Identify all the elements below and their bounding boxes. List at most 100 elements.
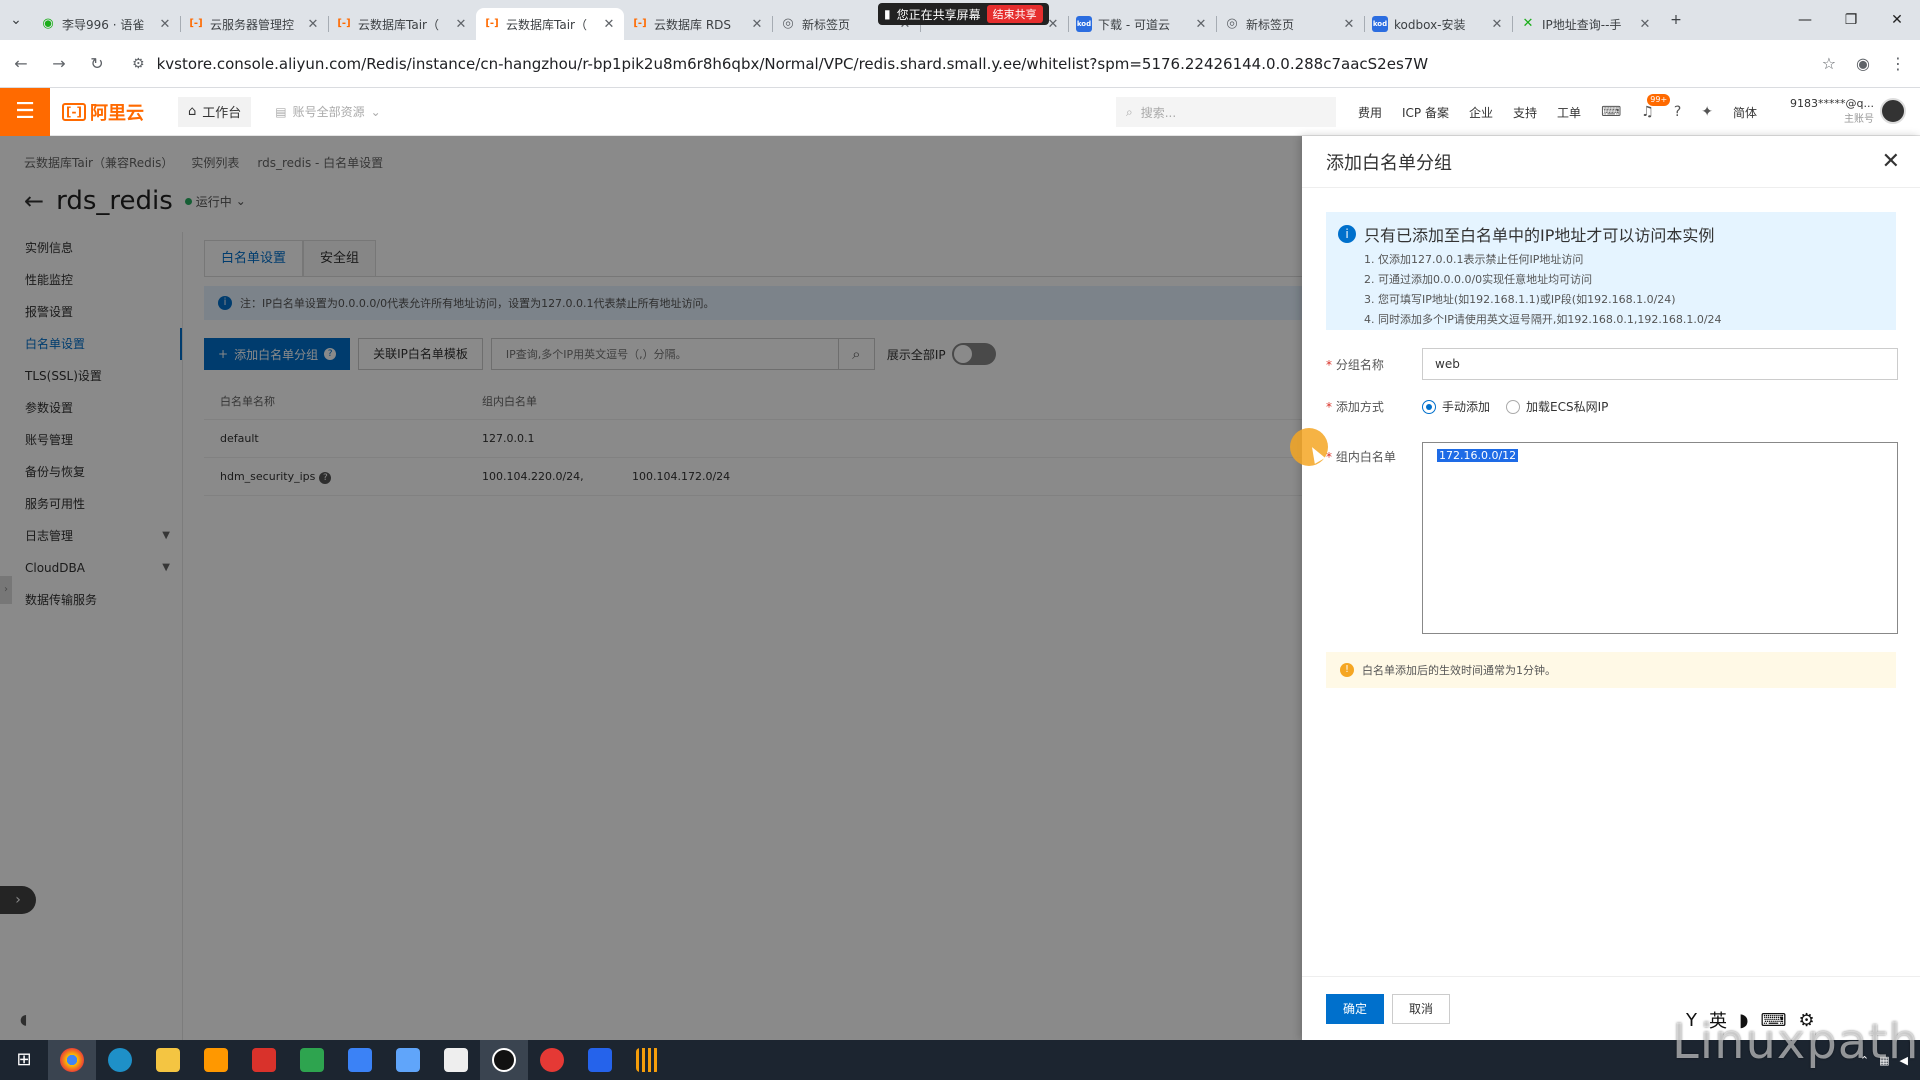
app-icon-red[interactable] [528,1040,576,1080]
url-field[interactable]: ⚙ kvstore.console.aliyun.com/Redis/insta… [122,46,1722,81]
bookmark-star-icon[interactable]: ☆ [1822,54,1836,73]
app-icon-stripes[interactable] [624,1040,672,1080]
aliyun-icon: [-] [633,18,647,29]
aliyun-logo[interactable]: [-] 阿里云 [62,99,144,125]
browser-tab[interactable]: ◎ 新标签页 ✕ [1216,8,1364,40]
browser-tab[interactable]: [-] 云数据库Tair（ ✕ [476,8,624,40]
tab-title: 下载 - 可道云 [1098,17,1170,32]
chevron-down-icon: ⌄ [370,104,381,119]
reload-icon[interactable]: ↻ [80,47,114,81]
nav-link-ticket[interactable]: 工单 [1557,104,1581,121]
workbench-button[interactable]: ⌂ 工作台 [177,96,252,127]
minimize-icon[interactable]: — [1782,0,1828,40]
console-search-input[interactable]: ⌕ 搜索... [1116,97,1336,127]
tab-close-icon[interactable]: ✕ [158,17,172,32]
whitelist-selected-text: 172.16.0.0/12 [1437,449,1519,462]
modal-overlay[interactable] [0,136,1302,1040]
browser-tab[interactable]: ✕ IP地址查询--手 ✕ [1512,8,1660,40]
radio-ecs-label: 加载ECS私网IP [1526,400,1609,414]
notification-badge: 99+ [1647,94,1671,106]
windows-start-icon[interactable]: ⊞ [0,1040,48,1080]
edge-app-icon[interactable] [96,1040,144,1080]
browser-tab[interactable]: [-] 云服务器管理控 ✕ [180,8,328,40]
info-item: 1. 仅添加127.0.0.1表示禁止任何IP地址访问 [1364,253,1584,266]
app-icon-lightblue[interactable] [384,1040,432,1080]
site-info-icon[interactable]: ⚙ [132,56,145,72]
whitelist-textarea[interactable]: 172.16.0.0/12 [1422,442,1898,634]
new-tab-button[interactable]: + [1660,4,1692,36]
green-icon: ◉ [42,16,54,31]
tab-close-icon[interactable]: ✕ [1490,17,1504,32]
url-text: kvstore.console.aliyun.com/Redis/instanc… [156,54,1429,73]
language-switch[interactable]: 简体 [1733,104,1757,121]
nav-link-support[interactable]: 支持 [1513,104,1537,121]
tab-close-icon[interactable]: ✕ [1342,17,1356,32]
account-scope-dropdown[interactable]: ▤ 账号全部资源 ⌄ [275,103,380,120]
browser-tab[interactable]: ◉ 李导996 · 语雀 ✕ [32,8,180,40]
cancel-button[interactable]: 取消 [1392,993,1450,1024]
terminal-app-icon[interactable] [576,1040,624,1080]
menu-hamburger-icon[interactable]: ☰ [0,87,50,136]
browser-tab[interactable]: kod 下载 - 可道云 ✕ [1068,8,1216,40]
tab-title: 新标签页 [1246,17,1295,32]
aliyun-logo-mark: [-] [62,102,86,121]
terminal-icon[interactable]: ⌨ [1601,104,1621,120]
file-explorer-icon[interactable] [144,1040,192,1080]
aliyun-icon: [-] [337,18,351,29]
restore-icon[interactable]: ❐ [1828,0,1874,40]
avatar[interactable] [1880,98,1906,124]
chrome-app-icon[interactable] [48,1040,96,1080]
screen-share-banner: ▮ 您正在共享屏幕 结束共享 [878,3,1049,25]
group-name-label: * 分组名称 [1326,357,1384,372]
info-box: i 只有已添加至白名单中的IP地址才可以访问本实例 1. 仅添加127.0.0.… [1326,212,1896,330]
tab-close-icon[interactable]: ✕ [750,17,764,32]
wps-app-icon[interactable] [240,1040,288,1080]
tab-close-icon[interactable]: ✕ [1194,17,1208,32]
radio-ecs-ip[interactable]: 加载ECS私网IP [1506,398,1608,415]
qq-app-icon[interactable] [480,1040,528,1080]
stop-sharing-button[interactable]: 结束共享 [986,5,1043,23]
logo-text: 阿里云 [89,102,144,124]
help-icon[interactable]: ? [1674,104,1681,120]
header-links: 费用 ICP 备案 企业 支持 工单 ⌨ ♫ 99+ ? ✦ 简体 [1358,88,1757,136]
tab-title: 云数据库 RDS [654,17,732,32]
group-name-input[interactable] [1422,348,1898,380]
close-icon[interactable]: ✕ [1882,149,1900,174]
profile-icon[interactable]: ◉ [1856,54,1870,73]
browser-tab[interactable]: [-] 云数据库Tair（ ✕ [328,8,476,40]
nav-link-icp[interactable]: ICP 备案 [1402,104,1449,121]
forward-icon[interactable]: → [42,47,76,81]
browser-menu-icon[interactable]: ⋮ [1890,54,1906,73]
cursor-highlight [1290,428,1328,466]
tab-search-icon[interactable]: ⌄ [0,4,32,36]
window-controls: — ❐ ✕ [1782,0,1920,40]
bell-icon[interactable]: ♫ 99+ [1641,94,1671,120]
sublime-app-icon[interactable] [192,1040,240,1080]
user-account[interactable]: 9183*****@q... 主账号 [1790,96,1874,128]
group-name-row: * 分组名称 [1326,348,1898,380]
nav-link-billing[interactable]: 费用 [1358,104,1382,121]
share-banner-text: 您正在共享屏幕 [896,7,981,22]
info-title: 只有已添加至白名单中的IP地址才可以访问本实例 [1364,226,1715,245]
typora-app-icon[interactable] [432,1040,480,1080]
app-icon-green[interactable] [288,1040,336,1080]
browser-tab[interactable]: kod kodbox-安装 ✕ [1364,8,1512,40]
search-icon: ⌕ [1126,104,1133,119]
confirm-button[interactable]: 确定 [1326,993,1384,1024]
tab-title: 云数据库Tair（ [506,17,587,32]
tab-close-icon[interactable]: ✕ [454,17,468,32]
radio-manual-add[interactable]: 手动添加 [1422,398,1490,415]
app-icon-blue[interactable] [336,1040,384,1080]
close-window-icon[interactable]: ✕ [1874,0,1920,40]
globe-icon: ◎ [1226,16,1238,31]
tab-close-icon[interactable]: ✕ [602,17,616,32]
kod-icon: kod [1076,16,1092,32]
back-icon[interactable]: ← [4,47,38,81]
add-whitelist-drawer: 添加白名单分组 ✕ i 只有已添加至白名单中的IP地址才可以访问本实例 1. 仅… [1302,136,1920,1040]
nav-link-enterprise[interactable]: 企业 [1469,104,1493,121]
assistant-icon[interactable]: ✦ [1701,104,1713,120]
browser-tab[interactable]: [-] 云数据库 RDS ✕ [624,8,772,40]
tab-close-icon[interactable]: ✕ [1638,17,1652,32]
radio-manual-label: 手动添加 [1442,400,1491,414]
tab-close-icon[interactable]: ✕ [306,17,320,32]
